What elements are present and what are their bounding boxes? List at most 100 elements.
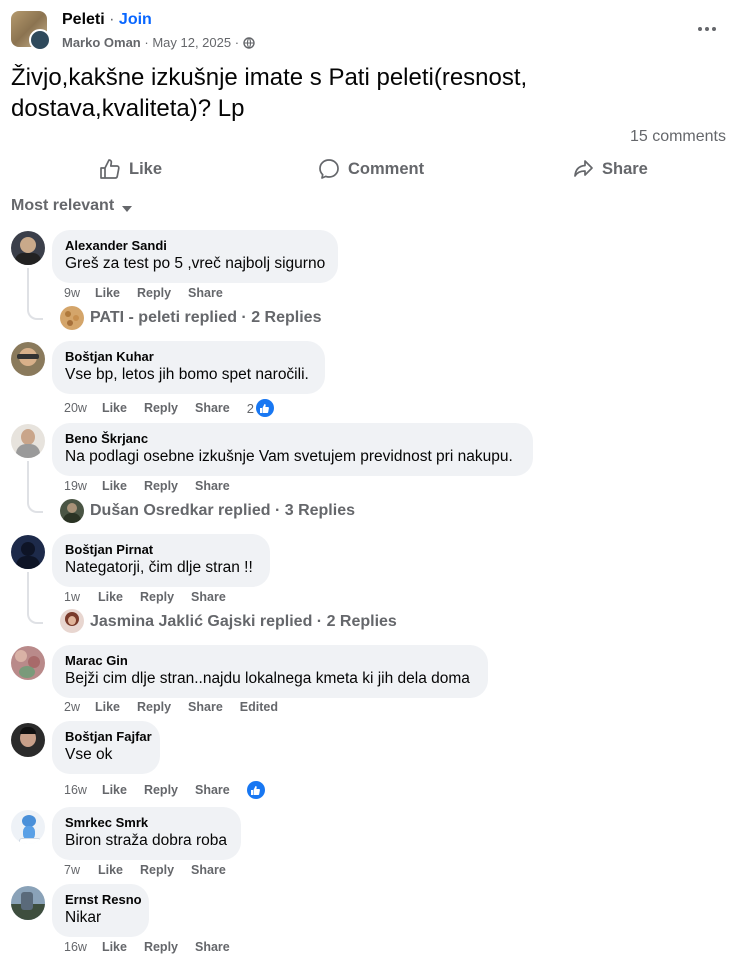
- comment-time[interactable]: 1w: [64, 590, 80, 604]
- separator-dot: ·: [140, 35, 153, 50]
- avatar[interactable]: [11, 424, 45, 458]
- thread-connector: [27, 499, 43, 513]
- edited-label[interactable]: Edited: [240, 700, 278, 714]
- comment-text: Vse bp, letos jih bomo spet naročili.: [65, 366, 309, 383]
- comment-author[interactable]: Boštjan Kuhar: [65, 349, 313, 365]
- reply-action[interactable]: Reply: [140, 863, 174, 877]
- separator-dot: ·: [231, 35, 243, 50]
- like-action[interactable]: Like: [95, 286, 120, 300]
- comment-time[interactable]: 20w: [64, 401, 87, 415]
- share-action[interactable]: Share: [188, 700, 223, 714]
- globe-icon: [242, 36, 255, 49]
- reply-action[interactable]: Reply: [144, 401, 178, 415]
- comment-author[interactable]: Marac Gin: [65, 653, 476, 669]
- thumbs-up-icon: [99, 158, 121, 180]
- reply-action[interactable]: Reply: [144, 783, 178, 797]
- reply-action[interactable]: Reply: [137, 286, 171, 300]
- comment-count[interactable]: 15 comments: [630, 128, 726, 146]
- group-name[interactable]: Peleti: [62, 11, 105, 28]
- post-author[interactable]: Marko Oman: [62, 35, 141, 50]
- avatar[interactable]: [11, 886, 45, 920]
- avatar[interactable]: [60, 609, 84, 633]
- author-avatar[interactable]: [29, 29, 51, 51]
- join-link[interactable]: Join: [119, 11, 152, 28]
- avatar[interactable]: [11, 535, 45, 569]
- comment-bubble: Boštjan Kuhar Vse bp, letos jih bomo spe…: [52, 341, 325, 394]
- like-action[interactable]: Like: [102, 783, 127, 797]
- share-button[interactable]: Share: [572, 158, 648, 180]
- post-date[interactable]: May 12, 2025: [152, 35, 231, 50]
- comment-text: Biron straža dobra roba: [65, 832, 227, 849]
- comment-author[interactable]: Alexander Sandi: [65, 238, 326, 254]
- comment-time[interactable]: 2w: [64, 700, 80, 714]
- comment-bubble: Marac Gin Bejži cim dlje stran..najdu lo…: [52, 645, 488, 698]
- sort-dropdown[interactable]: Most relevant: [11, 197, 133, 215]
- comment-text: Bejži cim dlje stran..najdu lokalnega km…: [65, 670, 470, 687]
- reply-action[interactable]: Reply: [140, 590, 174, 604]
- comment-bubble: Ernst Resno Nikar: [52, 884, 149, 937]
- avatar[interactable]: [11, 810, 45, 844]
- share-action[interactable]: Share: [188, 286, 223, 300]
- reply-action[interactable]: Reply: [144, 479, 178, 493]
- comment-author[interactable]: Ernst Resno: [65, 892, 142, 908]
- post-text: Živjo,kakšne izkušnje imate s Pati pelet…: [11, 64, 528, 122]
- comment-time[interactable]: 16w: [64, 940, 87, 954]
- comment-bubble: Beno Škrjanc Na podlagi osebne izkušnje …: [52, 423, 533, 476]
- reaction-count[interactable]: 2: [247, 401, 254, 416]
- like-action[interactable]: Like: [98, 863, 123, 877]
- thread-connector: [27, 610, 43, 624]
- comment-bubble: Smrkec Smrk Biron straža dobra roba: [52, 807, 241, 860]
- comment-time[interactable]: 9w: [64, 286, 80, 300]
- comment-bubble: Boštjan Pirnat Nategatorji, čim dlje str…: [52, 534, 270, 587]
- speech-bubble-icon: [318, 158, 340, 180]
- thread-line: [27, 268, 29, 306]
- share-arrow-icon: [572, 158, 594, 180]
- view-replies-link[interactable]: Jasmina Jaklić Gajski replied · 2 Replie…: [90, 613, 397, 631]
- avatar[interactable]: [60, 499, 84, 523]
- like-action[interactable]: Like: [102, 401, 127, 415]
- like-action[interactable]: Like: [102, 940, 127, 954]
- like-button[interactable]: Like: [99, 158, 162, 180]
- comment-text: Nikar: [65, 909, 102, 926]
- share-action[interactable]: Share: [191, 590, 226, 604]
- share-action[interactable]: Share: [195, 479, 230, 493]
- group-avatar[interactable]: [11, 11, 51, 51]
- comment-time[interactable]: 16w: [64, 783, 87, 797]
- comment-time[interactable]: 7w: [64, 863, 80, 877]
- share-action[interactable]: Share: [191, 863, 226, 877]
- reply-action[interactable]: Reply: [137, 700, 171, 714]
- avatar[interactable]: [11, 646, 45, 680]
- like-action[interactable]: Like: [98, 590, 123, 604]
- thread-line: [27, 572, 29, 610]
- comment-bubble: Boštjan Fajfar Vse ok: [52, 721, 160, 774]
- view-replies-link[interactable]: PATI - peleti replied · 2 Replies: [90, 309, 321, 327]
- comment-text: Greš za test po 5 ,vreč najbolj sigurno: [65, 255, 326, 272]
- view-replies-link[interactable]: Dušan Osredkar replied · 3 Replies: [90, 502, 355, 520]
- share-action[interactable]: Share: [195, 940, 230, 954]
- avatar[interactable]: [11, 723, 45, 757]
- thread-connector: [27, 306, 43, 320]
- avatar[interactable]: [60, 306, 84, 330]
- comment-author[interactable]: Smrkec Smrk: [65, 815, 229, 831]
- comment-text: Nategatorji, čim dlje stran !!: [65, 559, 253, 576]
- like-action[interactable]: Like: [102, 479, 127, 493]
- like-action[interactable]: Like: [95, 700, 120, 714]
- comment-button[interactable]: Comment: [318, 158, 424, 180]
- caret-down-icon: [121, 201, 133, 212]
- reply-action[interactable]: Reply: [144, 940, 178, 954]
- comment-text: Vse ok: [65, 746, 113, 763]
- like-reaction-icon[interactable]: [255, 399, 274, 417]
- share-action[interactable]: Share: [195, 401, 230, 415]
- more-options-icon[interactable]: [697, 21, 717, 37]
- comment-author[interactable]: Boštjan Fajfar: [65, 729, 152, 745]
- comment-time[interactable]: 19w: [64, 479, 87, 493]
- like-reaction-icon[interactable]: [246, 781, 265, 799]
- comment-bubble: Alexander Sandi Greš za test po 5 ,vreč …: [52, 230, 338, 283]
- share-action[interactable]: Share: [195, 783, 230, 797]
- avatar[interactable]: [11, 231, 45, 265]
- comment-text: Na podlagi osebne izkušnje Vam svetujem …: [65, 448, 513, 465]
- comment-author[interactable]: Beno Škrjanc: [65, 431, 521, 447]
- comment-author[interactable]: Boštjan Pirnat: [65, 542, 258, 558]
- separator-dot: ·: [109, 11, 119, 28]
- avatar[interactable]: [11, 342, 45, 376]
